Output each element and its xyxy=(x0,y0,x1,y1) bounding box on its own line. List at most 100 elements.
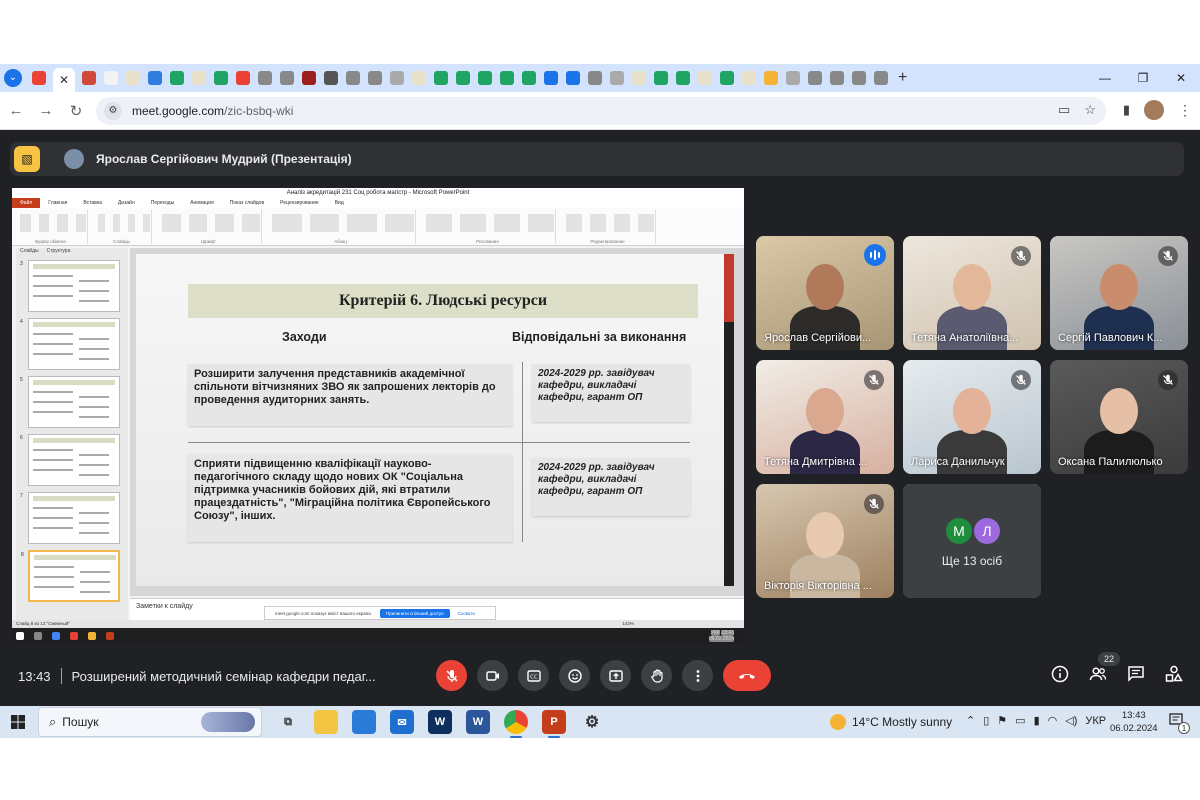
address-bar[interactable]: ⚙ meet.google.com/zic-bsbq-wki ▭ ☆ xyxy=(96,97,1106,125)
tab-favicon-icon[interactable] xyxy=(874,71,888,85)
tray-flag-icon[interactable]: ⚑ xyxy=(997,714,1007,727)
tab-favicon-icon[interactable] xyxy=(434,71,448,85)
captions-button[interactable]: CC xyxy=(518,660,549,691)
present-button[interactable] xyxy=(600,660,631,691)
ribbon-button[interactable] xyxy=(98,214,105,232)
tab-favicon-icon[interactable] xyxy=(456,71,470,85)
tab-favicon-icon[interactable] xyxy=(192,71,206,85)
ribbon-button[interactable] xyxy=(528,214,554,232)
more-participants-tile[interactable]: М Л Ще 13 осіб xyxy=(903,484,1041,598)
ppt-menu-item[interactable]: Вставка xyxy=(75,198,110,208)
side-panel-icon[interactable]: ▮ xyxy=(1123,102,1130,118)
word-icon[interactable]: W xyxy=(466,710,490,734)
tray-wifi-icon[interactable]: ◠ xyxy=(1048,714,1058,727)
new-tab-button[interactable]: + xyxy=(898,69,907,87)
tab-favicon-icon[interactable] xyxy=(500,71,514,85)
tab-favicon-icon[interactable] xyxy=(632,71,646,85)
tab-favicon-icon[interactable] xyxy=(302,71,316,85)
leave-call-button[interactable] xyxy=(723,660,771,691)
raise-hand-button[interactable] xyxy=(641,660,672,691)
start-button[interactable] xyxy=(0,706,36,738)
tab-favicon-icon[interactable] xyxy=(742,71,756,85)
tab-favicon-icon[interactable] xyxy=(82,71,96,85)
ribbon-button[interactable] xyxy=(20,214,31,232)
tab-favicon-icon[interactable] xyxy=(720,71,734,85)
tab-favicon-icon[interactable] xyxy=(258,71,272,85)
tab-favicon-icon[interactable] xyxy=(346,71,360,85)
tab-favicon-icon[interactable] xyxy=(368,71,382,85)
ribbon-button[interactable] xyxy=(162,214,181,232)
weather-widget[interactable]: 14°C Mostly sunny xyxy=(830,714,952,730)
tab-favicon-icon[interactable] xyxy=(126,71,140,85)
back-icon[interactable]: ← xyxy=(2,102,30,119)
ribbon-button[interactable] xyxy=(57,214,68,232)
ribbon-button[interactable] xyxy=(614,214,630,232)
ribbon-button[interactable] xyxy=(188,214,207,232)
tab-favicon-icon[interactable] xyxy=(786,71,800,85)
chrome-icon[interactable] xyxy=(504,710,528,738)
ppt-menu-item[interactable]: Файл xyxy=(12,198,41,208)
store-icon[interactable] xyxy=(352,710,376,734)
bookmark-star-icon[interactable]: ☆ xyxy=(1084,102,1096,118)
slide-thumbnail[interactable]: 5 xyxy=(20,376,120,428)
more-options-button[interactable] xyxy=(682,660,713,691)
ppt-menu-item[interactable]: Рецензирование xyxy=(272,198,327,208)
tab-favicon-icon[interactable] xyxy=(280,71,294,85)
ribbon-button[interactable] xyxy=(638,214,654,232)
people-button[interactable] xyxy=(1088,664,1108,684)
chat-button[interactable] xyxy=(1126,664,1146,684)
slide-thumbnail[interactable]: 4 xyxy=(20,318,120,370)
participant-tile[interactable]: Лариса Данильчук xyxy=(903,360,1041,474)
ppt-menu-item[interactable]: Показ слайдов xyxy=(222,198,272,208)
ppt-menu-item[interactable]: Главная xyxy=(40,198,75,208)
participant-tile[interactable]: Оксана Палилюлько xyxy=(1050,360,1188,474)
minimize-icon[interactable]: — xyxy=(1086,64,1124,92)
ribbon-button[interactable] xyxy=(426,214,452,232)
ribbon-button[interactable] xyxy=(143,214,150,232)
slide-thumbnail[interactable]: 8 xyxy=(21,550,120,602)
tray-device-icon[interactable]: ▯ xyxy=(983,714,989,727)
active-tab[interactable]: ✕ xyxy=(53,68,75,92)
stop-sharing-button[interactable]: Припинити спільний доступ xyxy=(380,608,450,618)
ribbon-button[interactable] xyxy=(460,214,486,232)
taskbar-search[interactable]: ⌕ Пошук xyxy=(38,707,262,737)
gmail-tab-icon[interactable] xyxy=(32,71,46,85)
slide-thumbnail[interactable]: 6 xyxy=(20,434,120,486)
ppt-menu-item[interactable]: Дизайн xyxy=(110,198,143,208)
close-window-icon[interactable]: ✕ xyxy=(1162,64,1200,92)
slides-tab[interactable]: Слайды xyxy=(20,248,39,256)
reactions-button[interactable] xyxy=(559,660,590,691)
tab-favicon-icon[interactable] xyxy=(566,71,580,85)
stop-presenting-icon[interactable]: ▧ xyxy=(14,146,40,172)
profile-avatar[interactable] xyxy=(1144,100,1164,120)
ppt-menu-item[interactable]: Переходы xyxy=(143,198,182,208)
tab-favicon-icon[interactable] xyxy=(214,71,228,85)
ppt-menu-item[interactable]: Вид xyxy=(327,198,352,208)
close-tab-icon[interactable]: ✕ xyxy=(59,73,69,87)
tab-favicon-icon[interactable] xyxy=(654,71,668,85)
task-view-icon[interactable]: ⧉ xyxy=(276,710,300,734)
taskbar-clock[interactable]: 13:43 06.02.2024 xyxy=(1110,709,1158,735)
file-explorer-icon[interactable] xyxy=(314,710,338,734)
tab-favicon-icon[interactable] xyxy=(808,71,822,85)
ribbon-button[interactable] xyxy=(384,214,414,232)
tray-language[interactable]: УКР xyxy=(1085,715,1106,727)
tray-display-icon[interactable]: ▭ xyxy=(1015,714,1025,727)
forward-icon[interactable]: → xyxy=(32,102,60,119)
tab-favicon-icon[interactable] xyxy=(698,71,712,85)
ribbon-button[interactable] xyxy=(272,214,302,232)
tab-favicon-icon[interactable] xyxy=(104,71,118,85)
mail-icon[interactable]: ✉ xyxy=(390,710,414,734)
tab-favicon-icon[interactable] xyxy=(544,71,558,85)
hide-banner-link[interactable]: Сховати xyxy=(458,611,475,616)
ppt-menu-item[interactable]: Анимация xyxy=(182,198,221,208)
browser-menu-icon[interactable]: ⋮ xyxy=(1178,102,1192,119)
tab-favicon-icon[interactable] xyxy=(412,71,426,85)
ribbon-button[interactable] xyxy=(590,214,606,232)
tab-search-button[interactable]: ⌄ xyxy=(4,69,22,87)
notifications-button[interactable]: 1 xyxy=(1168,712,1190,734)
outline-tab[interactable]: Структура xyxy=(47,248,71,256)
settings-icon[interactable]: ⚙ xyxy=(580,710,604,734)
ribbon-button[interactable] xyxy=(38,214,49,232)
site-info-icon[interactable]: ⚙ xyxy=(104,102,122,120)
